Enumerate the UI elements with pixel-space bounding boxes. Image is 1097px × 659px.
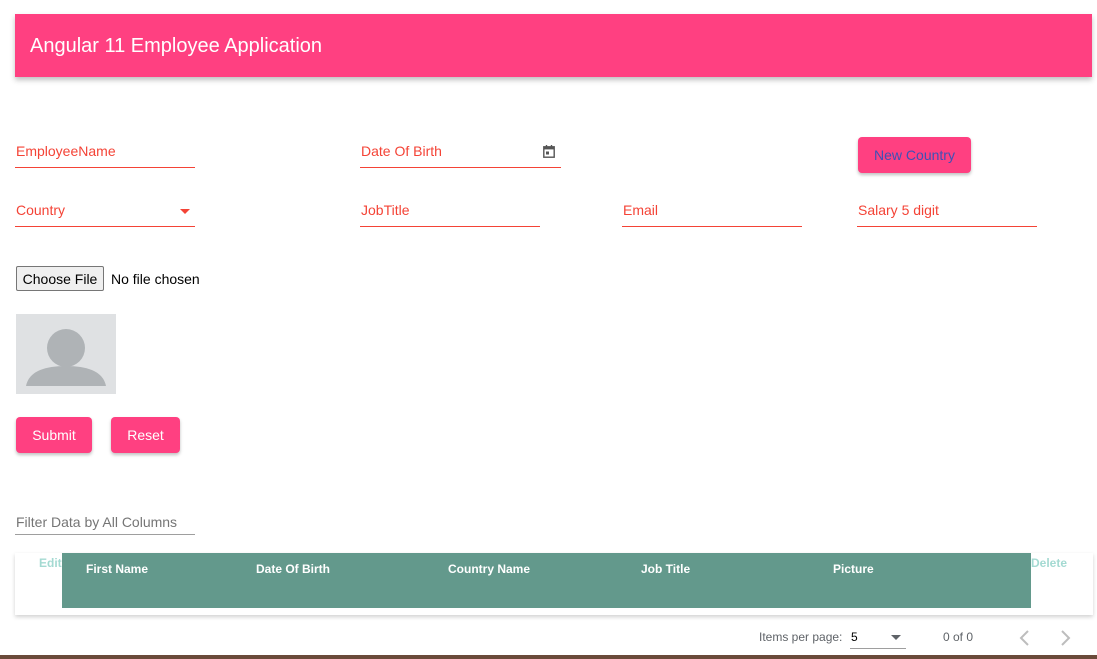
file-status-text: No file chosen bbox=[111, 271, 200, 287]
header-job-title[interactable]: Job Title bbox=[641, 562, 690, 576]
choose-file-button[interactable]: Choose File bbox=[16, 266, 104, 291]
chevron-down-icon bbox=[180, 209, 190, 214]
chevron-down-icon bbox=[891, 635, 901, 640]
header-first-name[interactable]: First Name bbox=[86, 562, 148, 576]
items-per-page-label: Items per page: bbox=[759, 630, 843, 644]
chevron-left-icon[interactable] bbox=[1014, 627, 1036, 649]
job-title-label: JobTitle bbox=[361, 202, 410, 218]
email-field[interactable]: Email bbox=[622, 202, 802, 227]
calendar-icon[interactable] bbox=[543, 145, 555, 158]
chevron-right-icon[interactable] bbox=[1054, 627, 1076, 649]
job-title-field[interactable]: JobTitle bbox=[360, 202, 540, 227]
delete-column-header: Delete bbox=[1031, 556, 1068, 570]
header-picture[interactable]: Picture bbox=[833, 562, 874, 576]
salary-field[interactable]: Salary 5 digit bbox=[857, 202, 1037, 227]
filter-label: Filter Data by All Columns bbox=[16, 514, 178, 530]
employee-table: Edit First Name Date Of Birth Country Na… bbox=[15, 553, 1093, 615]
date-of-birth-field[interactable]: Date Of Birth bbox=[360, 143, 561, 168]
page-size-select[interactable]: 5 bbox=[850, 628, 906, 649]
salary-label: Salary 5 digit bbox=[858, 202, 939, 218]
new-country-button[interactable]: New Country bbox=[858, 137, 971, 173]
edit-column-header: Edit bbox=[39, 556, 62, 570]
reset-button[interactable]: Reset bbox=[111, 417, 180, 453]
header-country-name[interactable]: Country Name bbox=[448, 562, 530, 576]
header-date-of-birth[interactable]: Date Of Birth bbox=[256, 562, 330, 576]
employee-name-field[interactable]: EmployeeName bbox=[15, 143, 195, 168]
table-header-row: First Name Date Of Birth Country Name Jo… bbox=[62, 553, 1031, 608]
taskbar-strip bbox=[0, 655, 1097, 659]
email-label: Email bbox=[623, 202, 659, 218]
app-title: Angular 11 Employee Application bbox=[30, 35, 323, 57]
employee-name-label: EmployeeName bbox=[16, 143, 116, 159]
filter-input[interactable]: Filter Data by All Columns bbox=[15, 512, 195, 535]
date-of-birth-label: Date Of Birth bbox=[361, 143, 442, 159]
page-size-value: 5 bbox=[851, 630, 858, 644]
country-label: Country bbox=[16, 202, 66, 218]
country-select[interactable]: Country bbox=[15, 202, 195, 227]
app-toolbar: Angular 11 Employee Application bbox=[15, 14, 1092, 77]
submit-button[interactable]: Submit bbox=[16, 417, 92, 453]
page-range-label: 0 of 0 bbox=[943, 630, 974, 644]
user-placeholder-icon bbox=[16, 314, 116, 394]
